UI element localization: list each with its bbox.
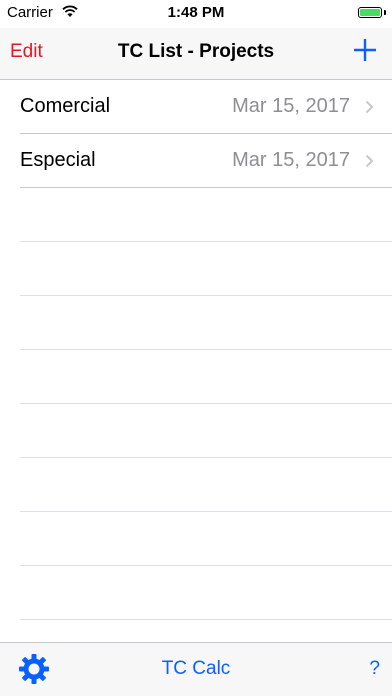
bottom-toolbar: TC Calc ? bbox=[0, 642, 392, 696]
help-button[interactable]: ? bbox=[369, 658, 380, 680]
empty-row bbox=[20, 188, 392, 242]
battery-cap bbox=[384, 10, 386, 15]
empty-row bbox=[20, 296, 392, 350]
page-title: TC List - Projects bbox=[117, 41, 275, 62]
status-time: 1:48 PM bbox=[167, 4, 225, 21]
empty-row bbox=[20, 350, 392, 404]
projects-list: Comercial Mar 15, 2017 Especial Mar 15, … bbox=[0, 80, 392, 642]
plus-icon[interactable] bbox=[352, 37, 378, 63]
empty-row bbox=[20, 566, 392, 620]
chevron-right-icon bbox=[365, 100, 374, 114]
project-name: Comercial bbox=[20, 95, 111, 117]
project-date: Mar 15, 2017 bbox=[232, 149, 350, 171]
navigation-bar: Edit TC List - Projects bbox=[0, 28, 392, 80]
battery-icon bbox=[358, 7, 382, 18]
project-date: Mar 15, 2017 bbox=[232, 95, 350, 117]
empty-row bbox=[20, 404, 392, 458]
status-bar: Carrier 1:48 PM bbox=[0, 0, 392, 28]
list-item[interactable]: Comercial Mar 15, 2017 bbox=[20, 80, 392, 134]
tc-calc-label[interactable]: TC Calc bbox=[0, 658, 392, 680]
project-name: Especial bbox=[20, 149, 96, 171]
empty-row bbox=[20, 242, 392, 296]
empty-row bbox=[20, 512, 392, 566]
empty-row bbox=[20, 458, 392, 512]
list-item[interactable]: Especial Mar 15, 2017 bbox=[20, 134, 392, 188]
chevron-right-icon bbox=[365, 154, 374, 168]
